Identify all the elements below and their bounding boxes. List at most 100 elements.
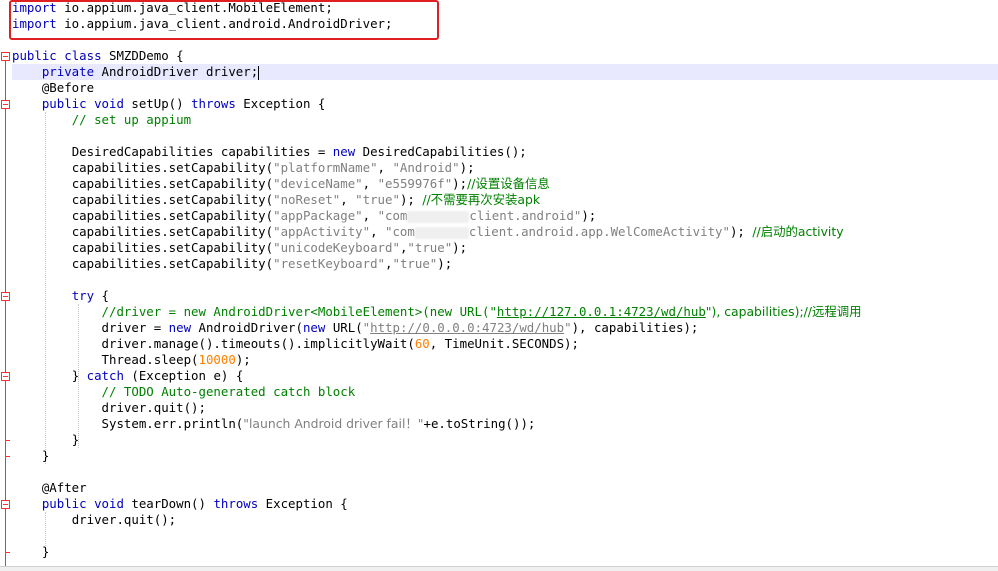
code-text: capabilities.setCapability( bbox=[71, 160, 274, 175]
keyword: private bbox=[41, 64, 95, 79]
comment: //启动的activity bbox=[752, 224, 844, 239]
code-line: public void tearDown() throws Exception … bbox=[12, 496, 348, 512]
string-literal: "resetKeyboard" bbox=[273, 256, 386, 271]
string-literal: "launch Android driver fail！" bbox=[243, 416, 424, 431]
fold-try-icon[interactable] bbox=[1, 292, 10, 301]
code-text: capabilities.setCapability( bbox=[71, 240, 274, 255]
annotation: @After bbox=[41, 480, 87, 495]
code-line: Thread.sleep(10000); bbox=[12, 352, 251, 368]
fold-tick-setup-end bbox=[5, 456, 10, 457]
string-literal: "e559976f" bbox=[377, 176, 453, 191]
keyword: void bbox=[94, 496, 124, 511]
code-line: driver.quit(); bbox=[12, 512, 176, 528]
text-caret bbox=[258, 65, 260, 80]
string-literal: "deviceName" bbox=[273, 176, 363, 191]
method-name: tearDown() bbox=[123, 496, 214, 511]
code-text: Exception { bbox=[258, 496, 348, 511]
code-text: driver.manage().timeouts().implicitlyWai… bbox=[101, 336, 415, 351]
keyword: import bbox=[12, 0, 57, 15]
code-text: Thread.sleep( bbox=[101, 352, 199, 367]
keyword: new bbox=[332, 144, 356, 159]
field-decl: AndroidDriver driver; bbox=[94, 64, 259, 79]
string-literal: "appPackage" bbox=[273, 208, 363, 223]
string-literal: "true" bbox=[407, 240, 453, 255]
fold-tick-catch-end bbox=[5, 440, 10, 441]
comment: // set up appium bbox=[71, 112, 192, 127]
code-line: driver = new AndroidDriver(new URL("http… bbox=[12, 320, 699, 336]
fold-tick-teardown-end bbox=[5, 552, 10, 553]
code-line: capabilities.setCapability("noReset", "t… bbox=[12, 192, 540, 208]
code-text: capabilities.setCapability( bbox=[71, 256, 274, 271]
code-text: ); bbox=[235, 352, 251, 367]
code-text: } bbox=[71, 432, 80, 447]
fold-catch-icon[interactable] bbox=[1, 372, 10, 381]
code-line: capabilities.setCapability("appActivity"… bbox=[12, 224, 844, 240]
fold-setup-icon[interactable] bbox=[1, 100, 10, 109]
comment: //不需要再次安装apk bbox=[422, 192, 541, 207]
comment: //设置设备信息 bbox=[467, 176, 550, 191]
string-literal: "com bbox=[377, 208, 408, 223]
keyword: throws bbox=[191, 96, 236, 111]
keyword: public bbox=[41, 496, 87, 511]
code-line: public class SMZDDemo { bbox=[12, 48, 184, 64]
code-line: capabilities.setCapability("unicodeKeybo… bbox=[12, 240, 467, 256]
code-text: driver = bbox=[101, 320, 169, 335]
code-text: ), capabilities); bbox=[571, 320, 699, 335]
keyword: public bbox=[41, 96, 87, 111]
code-text: ); bbox=[399, 192, 423, 207]
code-line: public void setUp() throws Exception { bbox=[12, 96, 326, 112]
code-line: // set up appium bbox=[12, 112, 191, 128]
fold-teardown-icon[interactable] bbox=[1, 500, 10, 509]
code-line: try { bbox=[12, 288, 109, 304]
comment: "), capabilities);//远程调用 bbox=[705, 304, 862, 319]
code-text: Exception { bbox=[235, 96, 326, 111]
code-text: } bbox=[41, 544, 50, 559]
fold-class-icon[interactable] bbox=[1, 52, 10, 61]
keyword: new bbox=[302, 320, 326, 335]
code-text: ); bbox=[452, 240, 468, 255]
url-link[interactable]: http://0.0.0.0:4723/wd/hub bbox=[370, 320, 564, 335]
string-literal: "true" bbox=[392, 256, 438, 271]
string-literal: "true" bbox=[355, 192, 400, 207]
comment-url-link[interactable]: http://127.0.0.1:4723/wd/hub bbox=[497, 304, 706, 319]
code-line-current: private AndroidDriver driver; bbox=[12, 64, 998, 80]
number-literal: 60 bbox=[414, 336, 430, 351]
string-literal: "appActivity" bbox=[273, 224, 371, 239]
code-text: (Exception e) { bbox=[123, 368, 244, 383]
fold-class-line bbox=[5, 61, 6, 571]
code-line: @Before bbox=[12, 80, 94, 96]
keyword: void bbox=[94, 96, 124, 111]
code-text: capabilities.setCapability( bbox=[71, 224, 274, 239]
code-line: System.err.println("launch Android drive… bbox=[12, 416, 536, 432]
fold-gutter bbox=[0, 0, 12, 571]
string-literal: "unicodeKeyboard" bbox=[273, 240, 400, 255]
string-literal: client.android.app.WelComeActivity" bbox=[468, 224, 730, 239]
import-path: io.appium.java_client.MobileElement; bbox=[56, 0, 333, 15]
string-literal: "Android" bbox=[392, 160, 460, 175]
code-text: capabilities.setCapability( bbox=[71, 176, 274, 191]
keyword: new bbox=[168, 320, 192, 335]
code-text: capabilities.setCapability( bbox=[71, 192, 274, 207]
code-line: capabilities.setCapability("resetKeyboar… bbox=[12, 256, 452, 272]
code-line: driver.manage().timeouts().implicitlyWai… bbox=[12, 336, 579, 352]
code-text: System.err.println( bbox=[101, 416, 244, 431]
code-line: } catch (Exception e) { bbox=[12, 368, 244, 384]
editor-bottom-edge bbox=[0, 566, 998, 571]
code-text: DesiredCapabilities capabilities = bbox=[71, 144, 333, 159]
keyword: import bbox=[12, 16, 57, 31]
code-line: import io.appium.java_client.MobileEleme… bbox=[12, 0, 333, 16]
string-literal: "com bbox=[385, 224, 415, 239]
code-text: , TimeUnit.SECONDS); bbox=[429, 336, 579, 351]
code-text: DesiredCapabilities(); bbox=[355, 144, 527, 159]
annotation: @Before bbox=[41, 80, 95, 95]
code-text: , bbox=[377, 160, 393, 175]
code-line: } bbox=[12, 432, 79, 448]
code-editor[interactable]: import io.appium.java_client.MobileEleme… bbox=[0, 0, 998, 571]
code-text: ); bbox=[459, 160, 475, 175]
code-text: URL( bbox=[325, 320, 363, 335]
keyword: try bbox=[71, 288, 95, 303]
class-name: SMZDDemo { bbox=[101, 48, 184, 63]
code-text: ); bbox=[729, 224, 753, 239]
keyword: class bbox=[64, 48, 102, 63]
comment: // TODO Auto-generated catch block bbox=[101, 384, 356, 399]
